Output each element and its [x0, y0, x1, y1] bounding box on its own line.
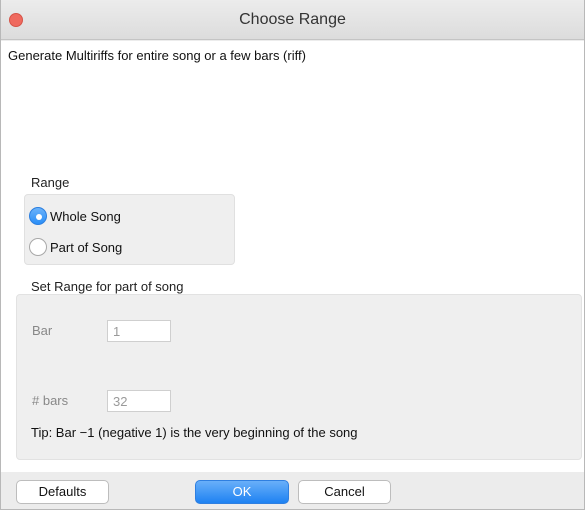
range-group: Whole Song Part of Song [24, 194, 235, 265]
cancel-button[interactable]: Cancel [298, 480, 391, 504]
dialog-content: Generate Multiriffs for entire song or a… [1, 41, 584, 472]
radio-part-of-song[interactable]: Part of Song [29, 238, 122, 256]
num-bars-input[interactable] [107, 390, 171, 412]
radio-whole-song-label: Whole Song [50, 208, 121, 224]
choose-range-dialog: Choose Range Generate Multiriffs for ent… [0, 0, 585, 510]
set-range-group: Bar # bars Tip: Bar −1 (negative 1) is t… [16, 294, 582, 460]
num-bars-label: # bars [32, 393, 69, 408]
title-bar: Choose Range [1, 0, 584, 40]
tip-text: Tip: Bar −1 (negative 1) is the very beg… [31, 425, 358, 440]
defaults-button[interactable]: Defaults [16, 480, 109, 504]
description-text: Generate Multiriffs for entire song or a… [8, 48, 306, 63]
radio-part-of-song-label: Part of Song [50, 239, 123, 255]
radio-unselected-icon[interactable] [29, 238, 47, 256]
window-title: Choose Range [239, 11, 346, 28]
range-group-label: Range [31, 175, 70, 190]
set-range-label: Set Range for part of song [31, 279, 184, 294]
ok-button[interactable]: OK [195, 480, 289, 504]
radio-whole-song[interactable]: Whole Song [29, 207, 121, 225]
bar-label: Bar [32, 323, 53, 338]
bar-input[interactable] [107, 320, 171, 342]
button-bar: Defaults OK Cancel [1, 472, 584, 509]
radio-selected-icon[interactable] [29, 207, 47, 225]
